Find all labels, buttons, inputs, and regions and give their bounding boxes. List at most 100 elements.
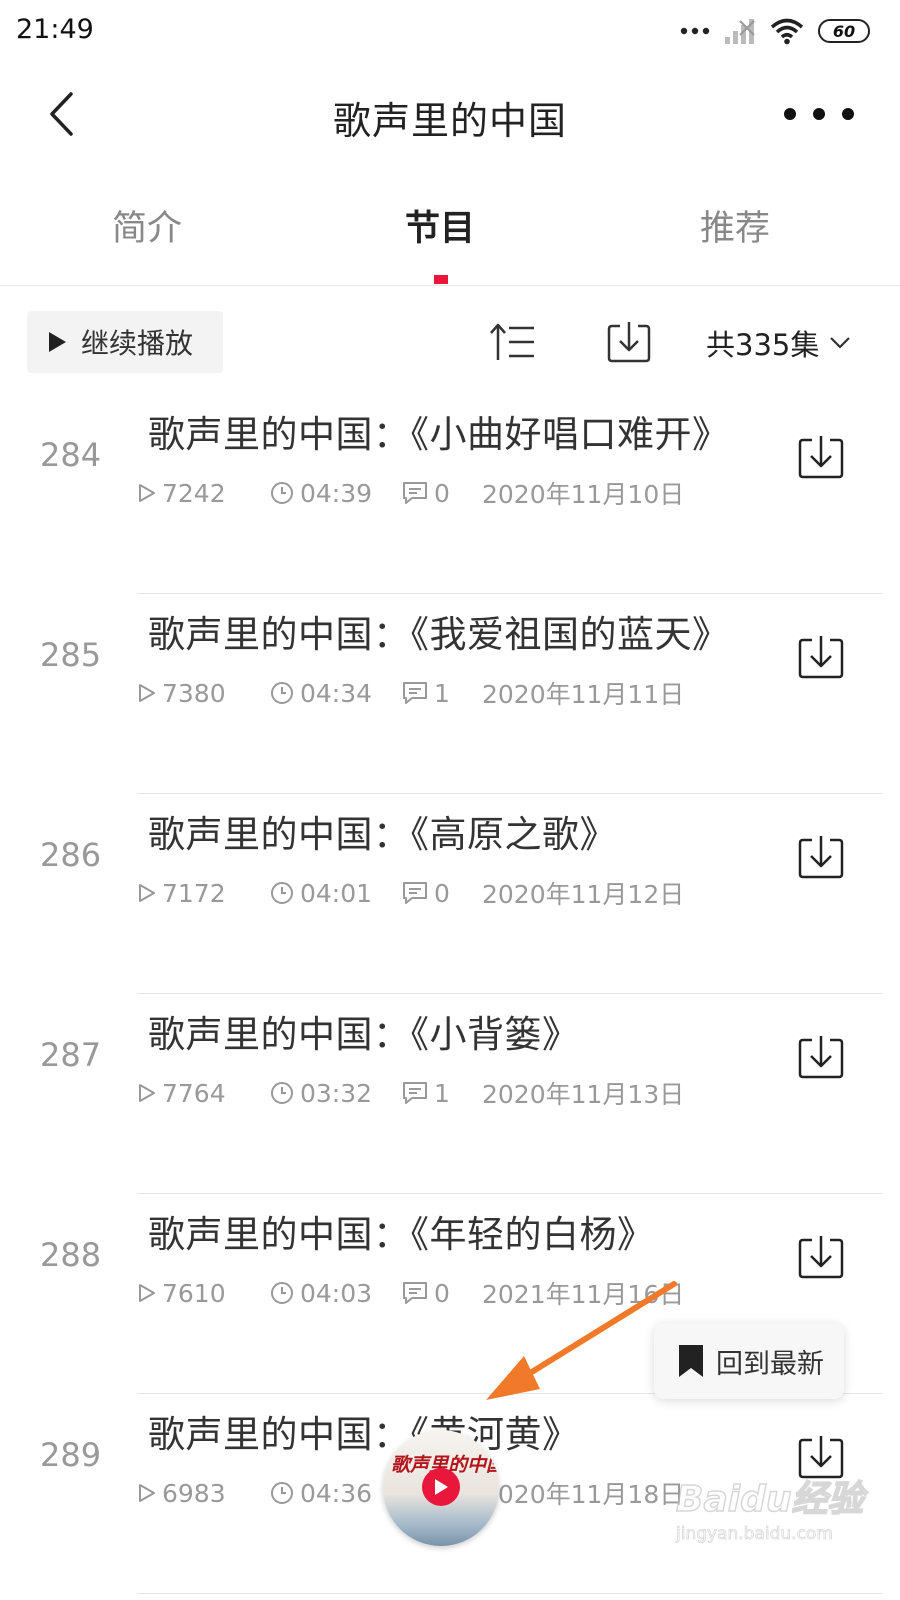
episode-meta: 7380 04:34 1 2020年11月11日: [138, 676, 684, 710]
duration-value: 04:03: [300, 1278, 373, 1308]
episode-row[interactable]: 287 歌声里的中国：《小背篓》 7764 03:32 1 2020年11月13日: [0, 994, 900, 1194]
duration-value: 04:36: [300, 1478, 373, 1508]
play-count-value: 7242: [162, 478, 226, 508]
play-count-icon: [139, 1484, 155, 1502]
play-count: 7610: [138, 1279, 270, 1308]
download-icon: [798, 636, 844, 679]
comment-count: 1: [402, 1079, 482, 1108]
divider: [137, 1593, 882, 1594]
play-count-icon: [139, 1084, 155, 1102]
play-count-value: 7172: [162, 878, 226, 908]
episode-list: 284 歌声里的中国：《小曲好唱口难开》 7242 04:39 0 2020年11月10日…: [0, 394, 900, 1594]
play-count-icon: [139, 884, 155, 902]
publish-date: 2020年11月10日: [482, 480, 685, 509]
episode-title: 歌声里的中国：《年轻的白杨》: [148, 1213, 655, 1256]
comment-icon: [403, 882, 427, 904]
comment-count-value: 0: [434, 878, 450, 908]
chevron-down-icon: [830, 337, 851, 349]
more-icon-dot: [784, 108, 796, 120]
duration-value: 04:01: [300, 878, 373, 908]
download-icon: [798, 1236, 844, 1279]
play-count-value: 7380: [162, 678, 226, 708]
episode-number: 285: [40, 636, 102, 674]
active-tab-indicator: [434, 275, 448, 284]
watermark-url: jingyan.baidu.com: [676, 1524, 834, 1545]
download-button[interactable]: [796, 434, 846, 480]
tab-intro[interactable]: 简介: [47, 200, 247, 251]
episode-row[interactable]: 286 歌声里的中国：《高原之歌》 7172 04:01 0 2020年11月12日: [0, 794, 900, 994]
duration-value: 04:39: [300, 478, 373, 508]
nav-bar: 歌声里的中国: [0, 62, 900, 172]
mini-player-play-button[interactable]: [422, 1468, 460, 1506]
play-count: 7764: [138, 1079, 270, 1108]
signal-icon: [725, 19, 755, 44]
clock-icon: [271, 1282, 293, 1304]
clock-icon: [271, 682, 293, 704]
episode-title: 歌声里的中国：《高原之歌》: [148, 813, 617, 856]
comment-count: 0: [402, 479, 482, 508]
episode-meta: 7764 03:32 1 2020年11月13日: [138, 1076, 684, 1110]
clock-icon: [271, 482, 293, 504]
tab-programs[interactable]: 节目: [340, 200, 540, 251]
play-count-value: 7610: [162, 1278, 226, 1308]
play-count-icon: [139, 484, 155, 502]
watermark-logo: Baidu经验: [675, 1478, 864, 1521]
clock-icon: [271, 1082, 293, 1104]
duration-value: 04:34: [300, 678, 373, 708]
status-bar: 21:49 60: [0, 0, 900, 62]
duration: 04:03: [270, 1279, 402, 1308]
mini-player[interactable]: 歌声里的中国: [383, 1430, 499, 1546]
download-icon: [798, 836, 844, 879]
episode-title: 歌声里的中国：《小曲好唱口难开》: [148, 413, 730, 456]
download-button[interactable]: [796, 634, 846, 680]
download-button[interactable]: [796, 1034, 846, 1080]
comment-icon: [403, 1082, 427, 1104]
publish-date: 2020年11月18日: [482, 1480, 685, 1509]
clock-icon: [271, 1482, 293, 1504]
wifi-icon: [770, 18, 804, 45]
episode-meta: 7242 04:39 0 2020年11月10日: [138, 476, 684, 510]
clock-icon: [271, 882, 293, 904]
tab-bar: 简介 节目 推荐: [0, 172, 900, 286]
bookmark-icon: [679, 1345, 703, 1377]
play-icon: [49, 332, 66, 352]
comment-count-value: 0: [434, 478, 450, 508]
download-icon: [607, 322, 651, 363]
play-count-value: 6983: [162, 1478, 226, 1508]
episode-row[interactable]: 284 歌声里的中国：《小曲好唱口难开》 7242 04:39 0 2020年11月10日: [0, 394, 900, 594]
comment-icon: [403, 1282, 427, 1304]
continue-play-button[interactable]: 继续播放: [27, 311, 223, 373]
play-count-icon: [139, 684, 155, 702]
comment-icon: [403, 482, 427, 504]
episode-count-label: 共335集: [706, 328, 820, 362]
download-button[interactable]: [796, 1234, 846, 1280]
baidu-watermark: Baidu经验 jingyan.baidu.com: [675, 1470, 876, 1560]
continue-play-label: 继续播放: [81, 327, 194, 360]
duration: 04:01: [270, 879, 402, 908]
episode-title: 歌声里的中国：《我爱祖国的蓝天》: [148, 613, 730, 656]
comment-count-value: 1: [434, 678, 450, 708]
episode-count-dropdown[interactable]: 共335集: [706, 322, 851, 364]
comment-count: 1: [402, 679, 482, 708]
publish-date: 2020年11月12日: [482, 880, 685, 909]
status-time: 21:49: [16, 14, 94, 45]
play-count: 7380: [138, 679, 270, 708]
batch-download-button[interactable]: [604, 318, 654, 366]
episode-number: 286: [40, 836, 102, 874]
episode-toolbar: 继续播放 共335集: [0, 290, 900, 394]
tab-recommend[interactable]: 推荐: [635, 200, 835, 251]
more-button[interactable]: [784, 92, 854, 136]
play-count-icon: [139, 1284, 155, 1302]
duration: 04:34: [270, 679, 402, 708]
comment-count: 0: [402, 879, 482, 908]
sort-button[interactable]: [488, 320, 536, 364]
play-count: 6983: [138, 1479, 270, 1508]
back-to-latest-button[interactable]: 回到最新: [654, 1323, 844, 1399]
download-button[interactable]: [796, 834, 846, 880]
battery-icon: 60: [818, 19, 870, 43]
dots-icon: [680, 27, 710, 35]
download-icon: [798, 1036, 844, 1079]
episode-meta: 7172 04:01 0 2020年11月12日: [138, 876, 684, 910]
play-count: 7172: [138, 879, 270, 908]
episode-row[interactable]: 285 歌声里的中国：《我爱祖国的蓝天》 7380 04:34 1 2020年11月11日: [0, 594, 900, 794]
